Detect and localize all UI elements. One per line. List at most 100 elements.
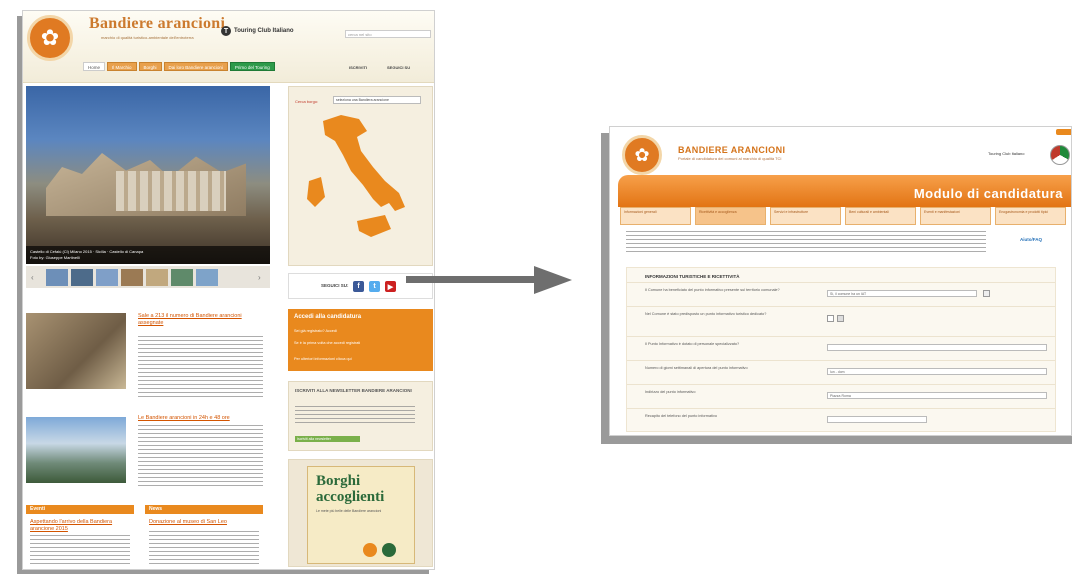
section-title: INFORMAZIONI TURISTICHE E RICETTIVITÀ [645, 274, 740, 279]
youtube-icon[interactable]: ▶ [385, 281, 396, 292]
hero-image[interactable]: Castello di Cefalù (Cl) Milano 2015 · Si… [26, 86, 270, 264]
website-homepage: ✿ Bandiere arancioni marchio di qualità … [22, 10, 435, 570]
bandiere-logo[interactable]: ✿ [27, 15, 73, 61]
form-label: Numero di giorni settimanali di apertura… [645, 366, 748, 370]
book-title-line2: accoglienti [316, 489, 385, 505]
site-header: ✿ Bandiere arancioni marchio di qualità … [23, 11, 434, 83]
social-link-seguici[interactable]: SEGUICI SU [387, 65, 410, 70]
social-link-iscriviti[interactable]: ISCRIVITI [349, 65, 367, 70]
form-site-title: BANDIERE ARANCIONI [678, 145, 786, 155]
tci-brand[interactable]: T Touring Club Italiano [221, 26, 294, 36]
book-subtitle: Le mete più belle delle Bandiere arancio… [316, 509, 382, 513]
thumbnail[interactable] [146, 268, 168, 286]
twitter-icon[interactable]: t [369, 281, 380, 292]
site-title: Bandiere arancioni [89, 15, 226, 32]
borgo-select[interactable]: seleziona una Bandiera arancione [333, 96, 421, 104]
article-image[interactable] [26, 417, 126, 483]
nav-touring[interactable]: Primo del Touring [229, 62, 275, 71]
book-cover: Borghi accoglienti Le mete più belle dell… [307, 466, 415, 564]
tab-ricettivita[interactable]: Ricettività e accoglienza [695, 207, 766, 225]
candidatura-box: Accedi alla candidatura Sei già registra… [288, 309, 433, 371]
form-tabs: Informazioni generali Ricettività e acco… [620, 207, 1066, 225]
book-title-line1: Borghi [316, 473, 361, 489]
book-badge-icon [363, 543, 377, 557]
next-arrow-icon[interactable]: › [258, 273, 261, 282]
book-promo[interactable]: Borghi accoglienti Le mete più belle dell… [288, 459, 433, 567]
events-heading: Eventi [26, 505, 134, 514]
candidatura-login-link[interactable]: Sei già registrato? Accedi [294, 329, 337, 333]
thumbnail[interactable] [121, 268, 143, 286]
newsletter-button[interactable]: Iscriviti alla newsletter [295, 436, 360, 442]
tci-logo-icon: T [221, 26, 231, 36]
prev-arrow-icon[interactable]: ‹ [31, 273, 34, 282]
nav-home[interactable]: Home [83, 62, 106, 71]
book-badge-icon [382, 543, 396, 557]
article-text [138, 425, 263, 487]
form-checkbox[interactable] [827, 315, 834, 322]
hero-caption: Castello di Cefalù (Cl) Milano 2015 · Si… [26, 246, 270, 264]
events-link[interactable]: Aspettando l'arrivo della Bandiera aranc… [30, 519, 130, 533]
form-label: Nel Comune è stato predisposto un punto … [645, 312, 767, 316]
form-row: Nel Comune è stato predisposto un punto … [627, 306, 1055, 336]
nav-borghi[interactable]: Borghi [138, 62, 162, 71]
tci-flag-icon [1050, 145, 1070, 165]
form-label: Indirizzo del punto informativo [645, 390, 696, 394]
form-page-header: ✿ BANDIERE ARANCIONI Portale di candidat… [610, 127, 1071, 175]
form-select[interactable]: Sì, il comune ha un IAT [827, 290, 977, 297]
newsletter-title: ISCRIVITI ALLA NEWSLETTER BANDIERE ARANC… [295, 388, 412, 393]
form-site-subtitle: Portale di candidatura dei comuni al mar… [678, 156, 782, 161]
form-intro-text [626, 231, 986, 255]
news-link[interactable]: Donazione al museo di San Leo [149, 519, 259, 526]
logout-button[interactable] [1056, 129, 1071, 135]
nav-marchio[interactable]: Il Marchio [107, 62, 137, 71]
candidatura-register-link[interactable]: Se è la prima volta che accedi registrat… [294, 341, 360, 345]
tab-informazioni[interactable]: Informazioni generali [620, 207, 691, 225]
bandiere-logo[interactable]: ✿ [622, 135, 662, 175]
article-title[interactable]: Sale a 213 il numero di Bandiere arancio… [138, 313, 263, 327]
right-page-shadow-bottom [601, 436, 1072, 444]
tab-enogastronomia[interactable]: Enogastronomia e prodotti tipici [995, 207, 1066, 225]
form-banner-title: Modulo di candidatura [913, 186, 1063, 201]
form-label: Recapito del telefono del punto informat… [645, 414, 717, 418]
tab-beni-culturali[interactable]: Beni culturali e ambientali [845, 207, 916, 225]
italy-map-box: Cerca borgo: seleziona una Bandiera aran… [288, 86, 433, 266]
events-box: Eventi Aspettando l'arrivo della Bandier… [26, 505, 134, 569]
map-label: Cerca borgo: [295, 99, 319, 104]
follow-label: SEGUICI SU: [321, 283, 349, 288]
form-input[interactable] [827, 344, 1047, 351]
form-input[interactable]: lun - dom [827, 368, 1047, 375]
form-input[interactable] [827, 416, 927, 423]
thumbnail[interactable] [171, 268, 193, 286]
candidatura-info-link[interactable]: Per ulteriori informazioni clicca qui [294, 357, 352, 361]
tci-name: Touring Club Italiano [234, 28, 294, 34]
form-label: Il Punto Informativo è dotato di persona… [645, 342, 740, 346]
thumbnail[interactable] [46, 268, 68, 286]
article-title[interactable]: Le Bandiere arancioni in 24h e 48 ore [138, 415, 263, 422]
thumbnail[interactable] [96, 268, 118, 286]
book-title: Borghi accoglienti [316, 473, 384, 505]
form-row: Indirizzo del punto informativo Piazza R… [627, 384, 1055, 408]
events-text [30, 535, 130, 565]
tab-eventi[interactable]: Eventi e manifestazioni [920, 207, 991, 225]
form-row: Numero di giorni settimanali di apertura… [627, 360, 1055, 384]
nav-bandiere[interactable]: Dai loro Bandiere arancioni [163, 62, 228, 71]
form-checkbox[interactable] [837, 315, 844, 322]
help-link[interactable]: Aiuto/FAQ [1020, 237, 1042, 242]
search-input[interactable]: cerca nel sito [345, 30, 431, 38]
italy-map-icon[interactable] [301, 111, 421, 261]
tci-name: Touring Club Italiano [988, 151, 1025, 156]
news-text [149, 531, 259, 565]
form-row: Il Comune ha beneficiato del punto infor… [627, 282, 1055, 306]
thumbnail[interactable] [196, 268, 218, 286]
form-row: Il Punto Informativo è dotato di persona… [627, 336, 1055, 360]
thumbnail[interactable] [71, 268, 93, 286]
arrow-right-icon [406, 266, 572, 294]
article-image[interactable] [26, 313, 126, 389]
form-section: INFORMAZIONI TURISTICHE E RICETTIVITÀ Il… [626, 267, 1056, 432]
form-input[interactable]: Piazza Roma [827, 392, 1047, 399]
newsletter-text [295, 406, 415, 426]
tab-servizi[interactable]: Servizi e infrastrutture [770, 207, 841, 225]
newsletter-box: ISCRIVITI ALLA NEWSLETTER BANDIERE ARANC… [288, 381, 433, 451]
select-dropdown-icon[interactable] [983, 290, 990, 297]
facebook-icon[interactable]: f [353, 281, 364, 292]
